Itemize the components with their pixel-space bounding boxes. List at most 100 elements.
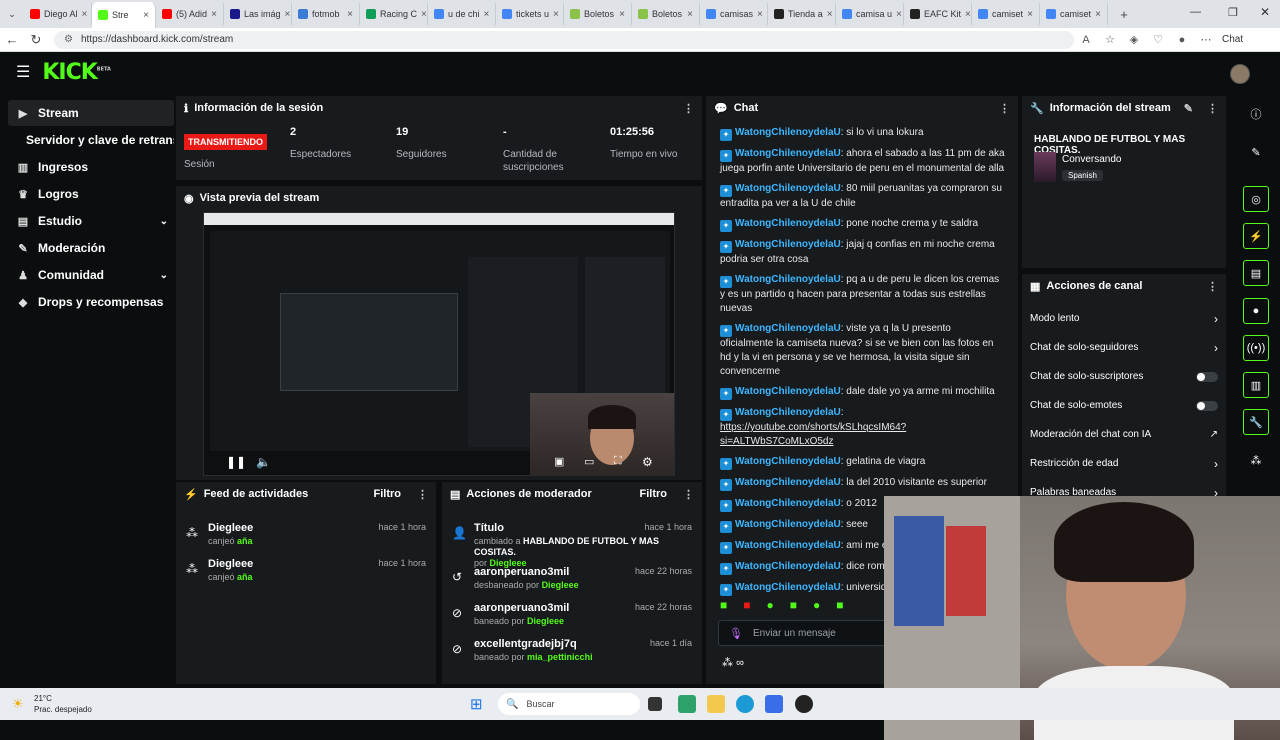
new-tab-plus-icon[interactable]: + — [1112, 7, 1136, 22]
broadcast-icon[interactable]: ((•)) — [1243, 335, 1269, 361]
chat-username[interactable]: WatongChilenoydelaU — [735, 239, 841, 250]
task-view-icon[interactable] — [648, 697, 662, 711]
favorites-icon[interactable]: ♡ — [1146, 33, 1170, 46]
tab-close-icon[interactable]: × — [1027, 9, 1033, 20]
sidebar-item[interactable]: ♟ Comunidad ⌄ — [8, 262, 174, 288]
mod-target[interactable]: excellentgradejbj7q — [474, 638, 577, 650]
sidebar-item[interactable]: ◆ Drops y recompensas — [8, 289, 174, 315]
chat-username[interactable]: WatongChilenoydelaU — [735, 582, 841, 593]
channel-action-item[interactable]: Palabras baneadas › — [1022, 478, 1226, 497]
channel-action-item[interactable]: Chat de solo-seguidores › — [1022, 333, 1226, 362]
activity-user[interactable]: Diegleee — [208, 522, 253, 534]
tab-close-icon[interactable]: × — [1095, 9, 1101, 20]
browser-tab[interactable]: fotmob × — [292, 3, 360, 25]
chat-username[interactable]: WatongChilenoydelaU — [735, 456, 841, 467]
browser-tab[interactable]: tickets u × — [496, 3, 564, 25]
chevron-down-icon[interactable]: ⌄ — [160, 270, 168, 281]
mod-target[interactable]: Título — [474, 522, 504, 534]
sidebar-item[interactable]: ▶ Stream — [8, 100, 174, 126]
browser-tab[interactable]: Stre × — [92, 2, 156, 28]
chat-username[interactable]: WatongChilenoydelaU — [735, 407, 841, 418]
browser-tab[interactable]: Racing C × — [360, 3, 428, 25]
sidebar-item[interactable]: ♛ Logros — [8, 181, 174, 207]
pip-icon[interactable]: ▣ — [554, 455, 564, 468]
chat-username[interactable]: WatongChilenoydelaU — [735, 519, 841, 530]
tab-close-icon[interactable]: × — [484, 9, 490, 20]
browser-tab[interactable]: camisas × — [700, 3, 768, 25]
browser-tab[interactable]: Boletos × — [564, 3, 632, 25]
windows-start-icon[interactable]: ⊞ — [470, 695, 483, 713]
favorite-star-icon[interactable]: ☆ — [1098, 33, 1122, 46]
tab-close-icon[interactable]: × — [553, 9, 559, 20]
chat-username[interactable]: WatongChilenoydelaU — [735, 183, 841, 194]
chat-link[interactable]: https://youtube.com/shorts/kSLhqcsIM64?s… — [720, 422, 906, 447]
weather-icon[interactable]: ☀ — [12, 696, 24, 712]
pencil-icon[interactable]: ✎ — [1242, 138, 1270, 166]
toggle-switch[interactable] — [1196, 371, 1218, 382]
chevron-right-icon[interactable]: › — [1214, 457, 1218, 471]
channel-action-item[interactable]: Chat de solo-emotes — [1022, 391, 1226, 420]
url-field[interactable]: ⚙ https://dashboard.kick.com/stream — [54, 30, 1074, 49]
chat-username[interactable]: WatongChilenoydelaU — [735, 323, 841, 334]
wrench-settings-icon[interactable]: 🔧 — [1243, 409, 1269, 435]
browser-tab[interactable]: camiset × — [972, 3, 1040, 25]
session-more-icon[interactable]: ⋮ — [683, 102, 694, 115]
stream-info-more-icon[interactable]: ⋮ — [1207, 102, 1218, 115]
channel-action-item[interactable]: Moderación del chat con IA ↗ — [1022, 420, 1226, 449]
tab-close-icon[interactable]: × — [347, 9, 353, 20]
tab-close-icon[interactable]: × — [757, 9, 763, 20]
activity-filter-button[interactable]: Filtro — [374, 488, 402, 500]
emote-icon[interactable]: ■ — [720, 598, 727, 612]
copilot-icon[interactable] — [678, 695, 696, 713]
chevron-right-icon[interactable]: › — [1214, 486, 1218, 497]
fullscreen-icon[interactable]: ⛶ — [614, 455, 622, 468]
emote-icon[interactable]: ● — [813, 598, 820, 612]
tab-close-icon[interactable]: × — [687, 9, 693, 20]
maximize-icon[interactable]: ❐ — [1228, 6, 1238, 19]
channel-action-item[interactable]: Restricción de edad › — [1022, 449, 1226, 478]
external-link-icon[interactable]: ↗ — [1210, 429, 1218, 440]
channel-action-item[interactable]: Modo lento › — [1022, 304, 1226, 333]
tab-close-icon[interactable]: × — [827, 9, 833, 20]
chat-username[interactable]: WatongChilenoydelaU — [735, 540, 841, 551]
user-avatar[interactable] — [1230, 64, 1250, 84]
pause-icon[interactable]: ❚❚ — [226, 455, 246, 469]
toggle-switch[interactable] — [1196, 400, 1218, 411]
hamburger-menu-icon[interactable]: ☰ — [16, 62, 30, 82]
file-explorer-icon[interactable] — [707, 695, 725, 713]
mod-more-icon[interactable]: ⋮ — [683, 488, 694, 501]
back-arrow-icon[interactable]: ← — [0, 32, 24, 47]
layers-icon[interactable]: ▥ — [1243, 372, 1269, 398]
reload-icon[interactable]: ↻ — [24, 32, 48, 48]
chat-points[interactable]: ⁂ ∞ — [722, 656, 744, 669]
sidebar-item[interactable]: ▥ Ingresos — [8, 154, 174, 180]
tab-close-icon[interactable]: × — [211, 9, 217, 20]
close-window-icon[interactable]: ✕ — [1260, 5, 1270, 19]
tab-close-icon[interactable]: × — [143, 10, 149, 21]
tab-list-chevron-icon[interactable]: ⌄ — [0, 9, 24, 20]
chat-username[interactable]: WatongChilenoydelaU — [735, 477, 841, 488]
emote-icon[interactable]: ● — [767, 598, 774, 612]
browser-tab[interactable]: (5) Adid × — [156, 3, 224, 25]
browser-tab[interactable]: EAFC Kit × — [904, 3, 972, 25]
edit-pencil-icon[interactable]: ✎ — [1184, 102, 1193, 115]
kick-logo[interactable]: KICKBETA — [42, 60, 111, 85]
browser-tab[interactable]: Las imág × — [224, 3, 292, 25]
tab-close-icon[interactable]: × — [285, 9, 291, 20]
tab-close-icon[interactable]: × — [82, 9, 88, 20]
sidebar-item[interactable]: ▤ Estudio ⌄ — [8, 208, 174, 234]
browser-tab[interactable]: Boletos × — [632, 3, 700, 25]
chat-username[interactable]: WatongChilenoydelaU — [735, 498, 841, 509]
browser-tab[interactable]: Tienda a × — [768, 3, 836, 25]
mod-target[interactable]: aaronperuano3mil — [474, 602, 569, 614]
chat-username[interactable]: WatongChilenoydelaU — [735, 218, 841, 229]
theater-icon[interactable]: ▭ — [584, 455, 594, 468]
camera-icon[interactable]: ◎ — [1243, 186, 1269, 212]
volume-icon[interactable]: 🔈 — [256, 455, 271, 469]
chevron-down-icon[interactable]: ⌄ — [160, 216, 168, 227]
tab-close-icon[interactable]: × — [421, 9, 427, 20]
mod-target[interactable]: aaronperuano3mil — [474, 566, 569, 578]
channel-action-item[interactable]: Chat de solo-suscriptores — [1022, 362, 1226, 391]
browser-tab[interactable]: Diego Al × — [24, 3, 92, 25]
settings-gear-icon[interactable]: ⚙ — [642, 455, 653, 469]
